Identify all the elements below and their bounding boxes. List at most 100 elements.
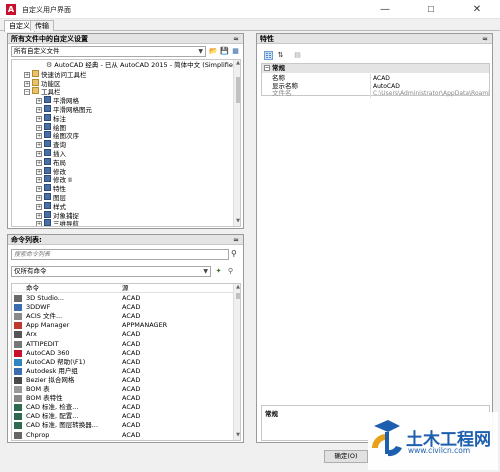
scroll-down-icon[interactable]: ▼ — [234, 218, 240, 224]
find-replace-icon[interactable]: ⚲ — [226, 267, 235, 276]
tree-item[interactable]: + 特性 — [36, 184, 66, 193]
command-row[interactable]: Autodesk 用户组 ACAD — [12, 367, 233, 376]
tree-item-label: 布局 — [53, 158, 66, 167]
open-file-icon[interactable]: 📂 — [209, 47, 218, 56]
tree-item[interactable]: − 工具栏 — [24, 87, 61, 96]
command-list-scrollbar[interactable]: ▲ ▼ — [233, 284, 240, 440]
expand-icon[interactable]: + — [24, 71, 30, 78]
command-row[interactable]: App Manager APPMANAGER — [12, 321, 233, 330]
expand-icon[interactable]: + — [36, 203, 42, 210]
customization-file-dropdown[interactable]: 所有自定义文件 ▼ — [11, 46, 206, 57]
command-row[interactable]: Chprop ACAD — [12, 431, 233, 440]
tree-item[interactable]: + 平滑网格图元 — [36, 105, 92, 114]
save-all-icon[interactable]: ▦ — [231, 47, 240, 56]
expand-icon[interactable]: + — [36, 107, 42, 113]
expand-icon[interactable]: + — [36, 212, 42, 219]
command-row[interactable]: 3DDWF ACAD — [12, 303, 233, 312]
command-icon — [14, 331, 22, 339]
expand-icon[interactable]: + — [36, 142, 42, 149]
command-row[interactable]: CAD 标准, 检查... ACAD — [12, 403, 233, 412]
expand-icon[interactable]: + — [36, 177, 42, 184]
expand-icon[interactable]: + — [36, 98, 42, 105]
tree-item-label: 图层 — [53, 194, 66, 202]
tree-item[interactable]: + 查询 — [36, 140, 66, 149]
property-section-general[interactable]: − 常规 — [262, 64, 489, 73]
property-pages-icon[interactable]: ▤ — [293, 51, 302, 60]
tree-item[interactable]: + 标注 — [36, 113, 66, 123]
categorized-icon[interactable]: ☷ — [264, 51, 273, 60]
command-row[interactable]: AutoCAD 360 ACAD — [12, 349, 233, 358]
search-icon[interactable]: ⚲ — [231, 249, 237, 258]
command-search-input[interactable] — [11, 249, 229, 260]
command-icon — [14, 340, 22, 348]
expand-icon[interactable]: + — [36, 151, 42, 157]
expand-icon[interactable]: + — [24, 80, 30, 87]
tree-item[interactable]: + 样式 — [36, 201, 66, 211]
expand-icon[interactable]: + — [36, 168, 42, 175]
scroll-down-icon[interactable]: ▼ — [234, 432, 240, 438]
collapse-icon[interactable]: ≈ — [482, 34, 488, 44]
minimize-button[interactable]: — — [362, 0, 408, 19]
collapse-icon[interactable]: ≈ — [233, 235, 239, 245]
tree-item[interactable]: + 插入 — [36, 149, 66, 158]
command-source: ACAD — [122, 394, 141, 403]
expand-icon[interactable]: + — [36, 195, 42, 201]
expand-icon[interactable]: + — [36, 221, 42, 226]
maximize-button[interactable]: ☐ — [408, 0, 454, 19]
ok-button[interactable]: 确定(O) — [324, 450, 368, 463]
scroll-up-icon[interactable]: ▲ — [234, 284, 240, 290]
command-row[interactable]: Arx ACAD — [12, 330, 233, 339]
new-command-icon[interactable]: ✦ — [214, 267, 223, 276]
collapse-section-icon[interactable]: − — [264, 65, 270, 71]
tree-item-label: 平滑网格图元 — [53, 106, 92, 114]
tree-item[interactable]: + 对象捕捉 — [36, 210, 79, 220]
tree-item-label: 对象捕捉 — [53, 211, 79, 220]
tree-item[interactable]: + 图层 — [36, 193, 66, 202]
scroll-thumb[interactable] — [236, 293, 240, 299]
command-filter-dropdown[interactable]: 仅所有命令 ▼ — [11, 266, 211, 277]
tree-item[interactable]: + 修改 — [36, 166, 66, 176]
customizations-panel: 所有文件中的自定义设置 ≈ 所有自定义文件 ▼ 📂 💾 ▦ ⚙ AutoCAD 经… — [7, 33, 244, 229]
expand-icon[interactable]: + — [36, 115, 42, 122]
column-header-command[interactable]: 命令 — [26, 284, 39, 293]
collapse-icon[interactable]: − — [24, 89, 30, 96]
tree-item[interactable]: + 绘图次序 — [36, 131, 79, 140]
collapse-icon[interactable]: ≈ — [233, 34, 239, 44]
property-value[interactable]: C:\Users\Administrator\AppData\Roami — [370, 89, 489, 98]
scroll-thumb[interactable] — [236, 77, 240, 103]
watermark-logo-icon — [372, 420, 402, 457]
command-row[interactable]: Bezier 拟合网格 ACAD — [12, 376, 233, 385]
toolbar-icon — [44, 157, 51, 165]
command-row[interactable]: AutoCAD 帮助(\F1) ACAD — [12, 358, 233, 367]
command-row[interactable]: ATTIPEDIT ACAD — [12, 340, 233, 349]
expand-icon[interactable]: + — [36, 186, 42, 193]
scroll-up-icon[interactable]: ▲ — [234, 60, 240, 66]
command-row[interactable]: BOM 表 ACAD — [12, 385, 233, 394]
tree-item[interactable]: ⚙ AutoCAD 经典 - 已从 AutoCAD 2015 - 简体中文 (Si… — [46, 61, 240, 70]
expand-icon[interactable]: + — [36, 124, 42, 131]
command-row[interactable]: CAD 标准, 图层转换器... ACAD — [12, 421, 233, 430]
tree-item[interactable]: + 三维导航 — [36, 219, 79, 226]
command-row[interactable]: 3D Studio... ACAD — [12, 294, 233, 303]
dropdown-value: 仅所有命令 — [14, 267, 47, 275]
tree-item[interactable]: + 功能区 — [24, 78, 61, 88]
tree-scrollbar[interactable]: ▲ ▼ — [233, 60, 240, 226]
tree-item-label: 绘图次序 — [53, 132, 79, 141]
tree-item[interactable]: + 布局 — [36, 157, 66, 167]
tree-item[interactable]: + 修改 II — [36, 175, 72, 184]
tree-item[interactable]: + 平滑网格 — [36, 96, 79, 105]
sort-alphabetical-icon[interactable]: ⇅ — [276, 51, 285, 60]
save-icon[interactable]: 💾 — [220, 47, 229, 56]
tree-item[interactable]: + 绘图 — [36, 122, 66, 132]
command-row[interactable]: BOM 表特性 ACAD — [12, 394, 233, 403]
expand-icon[interactable]: + — [36, 159, 42, 166]
tab-transfer[interactable]: 传输 — [30, 20, 54, 31]
close-button[interactable]: ✕ — [454, 0, 500, 19]
tree-item[interactable]: + 快速访问工具栏 — [24, 69, 87, 79]
command-icon — [14, 367, 22, 375]
expand-icon[interactable]: + — [36, 133, 42, 140]
tree-item-label: 工具栏 — [41, 88, 61, 97]
command-source: ACAD — [122, 330, 141, 339]
column-header-source[interactable]: 源 — [122, 284, 129, 293]
command-row[interactable]: ACIS 文件... ACAD — [12, 312, 233, 321]
